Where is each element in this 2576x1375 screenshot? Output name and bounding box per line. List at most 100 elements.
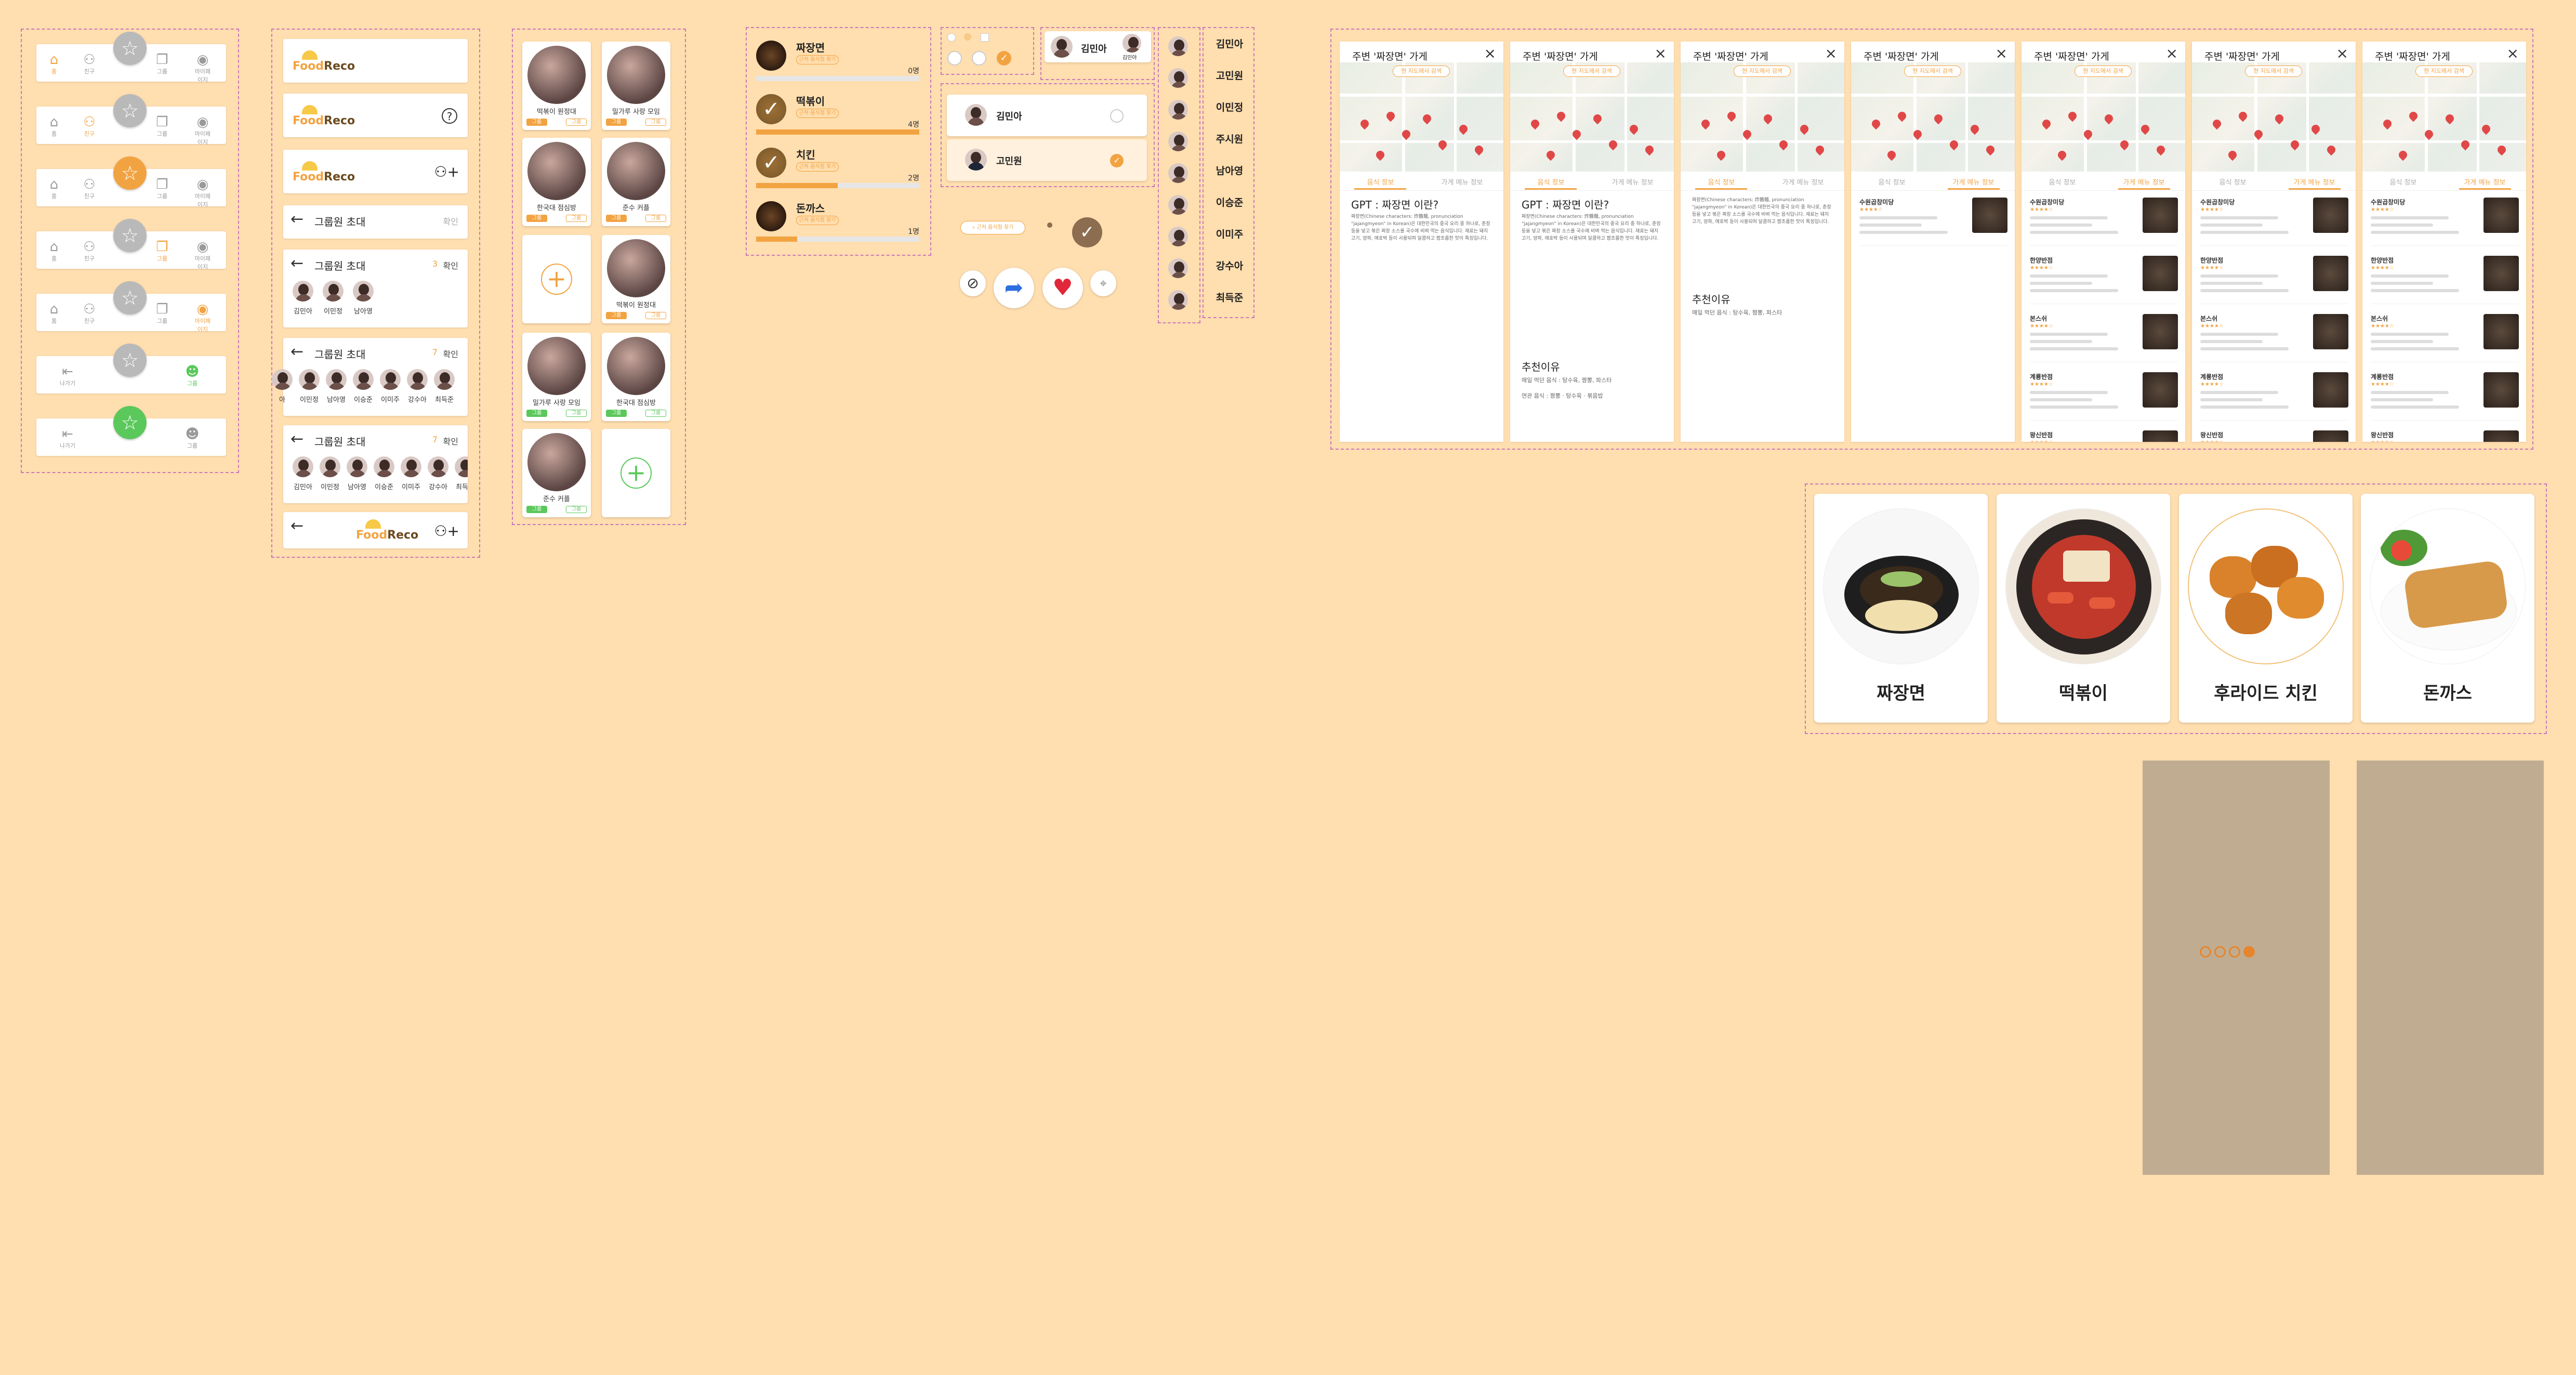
tab-store-menu[interactable]: 가게 메뉴 정보	[2274, 177, 2355, 187]
nav-home[interactable]: ⌂ 홈	[44, 302, 64, 325]
tab-food-info[interactable]: 음식 정보	[2022, 177, 2103, 187]
nav-mypage[interactable]: ◉ 마이페이지	[192, 177, 213, 208]
radio-small[interactable]	[947, 33, 956, 42]
map-view[interactable]	[1510, 62, 1674, 172]
page-indicator-dot[interactable]	[2214, 946, 2226, 958]
store-list-item[interactable]: 수원곱창미당 ★★★★☆	[2200, 193, 2348, 246]
location-button[interactable]: ⌖	[1090, 270, 1116, 296]
confirm-check-button[interactable]: ✓	[1072, 217, 1102, 247]
nav-group[interactable]: ❐ 그룹	[152, 177, 173, 200]
map-pin-icon[interactable]	[1384, 110, 1397, 122]
checkbox-small[interactable]	[981, 33, 989, 42]
tab-store-menu[interactable]: 가게 메뉴 정보	[1421, 177, 1503, 187]
nav-home[interactable]: ⌂ 홈	[44, 240, 64, 263]
nearby-search-pill[interactable]: 근처 음식점 찾기	[796, 109, 839, 118]
recommend-star-button[interactable]: ☆	[113, 281, 147, 315]
back-arrow-icon[interactable]: ←	[290, 344, 303, 360]
store-list-item[interactable]: 수원곱창미당 ★★★★☆	[2371, 193, 2519, 246]
map-view[interactable]	[2022, 62, 2185, 172]
map-pin-icon[interactable]	[1591, 112, 1604, 125]
store-list-item[interactable]: 왕신반점★★★★☆	[2030, 426, 2178, 442]
map-pin-icon[interactable]	[1358, 117, 1371, 130]
map-pin-icon[interactable]	[1798, 123, 1811, 135]
map-pin-icon[interactable]	[1555, 110, 1567, 122]
map-pin-icon[interactable]	[2139, 123, 2151, 135]
nav-group[interactable]: ❐ 그룹	[152, 302, 173, 325]
like-button[interactable]: ♥	[1042, 268, 1083, 308]
store-list-item[interactable]: 왕신반점★★★★☆	[2200, 426, 2348, 442]
close-icon[interactable]: ×	[2507, 45, 2519, 62]
confirm-button[interactable]: 확인	[443, 435, 458, 447]
nav-logout[interactable]: ⇤ 나가기	[57, 427, 78, 450]
recommend-star-button[interactable]: ☆	[113, 32, 147, 65]
map-pin-icon[interactable]	[2309, 123, 2322, 135]
group-card[interactable]: 밀가루 사랑 모임 그룹 그룹	[522, 333, 591, 421]
nav-group[interactable]: ❐ 그룹	[152, 115, 173, 138]
tab-food-info[interactable]: 음식 정보	[1510, 177, 1592, 187]
map-view[interactable]	[1851, 62, 2015, 172]
map-pin-icon[interactable]	[1421, 112, 1433, 125]
group-card[interactable]: 준수 커플 그룹 그룹	[602, 138, 670, 226]
search-map-pill[interactable]: 현 지도에서 검색	[2415, 66, 2473, 77]
close-icon[interactable]: ×	[1825, 45, 1837, 62]
group-card[interactable]: 한국대 점심방 그룹 그룹	[522, 138, 591, 226]
radio-small-on[interactable]	[964, 33, 971, 41]
map-pin-icon[interactable]	[1896, 110, 1908, 122]
map-pin-icon[interactable]	[2381, 117, 2394, 130]
map-pin-icon[interactable]	[2325, 143, 2337, 156]
map-pin-icon[interactable]	[1529, 117, 1541, 130]
add-user-icon[interactable]: ⚇+	[434, 522, 459, 540]
nav-friends[interactable]: ⚇ 친구	[79, 53, 100, 75]
nav-friends[interactable]: ⚇ 친구	[79, 240, 100, 263]
recommend-star-button[interactable]: ☆	[113, 344, 147, 377]
store-list-item[interactable]: 본스쉬 ★★★★☆	[2030, 310, 2178, 362]
map-pin-icon[interactable]	[1457, 123, 1470, 135]
confirm-button[interactable]: 확인	[443, 347, 458, 360]
nav-group[interactable]: ☻ 그룹	[182, 364, 203, 387]
map-pin-icon[interactable]	[1643, 143, 1656, 156]
map-pin-icon[interactable]	[2495, 143, 2508, 156]
store-list-item[interactable]: 수원곱창미당 ★★★★☆	[2030, 193, 2178, 246]
add-group-card[interactable]: +	[522, 235, 591, 323]
map-pin-icon[interactable]	[1932, 112, 1945, 125]
search-map-pill[interactable]: 현 지도에서 검색	[1734, 66, 1791, 77]
nav-mypage[interactable]: ◉ 마이페이지	[192, 115, 213, 146]
recommend-star-button[interactable]: ☆	[113, 156, 147, 190]
map-pin-icon[interactable]	[2407, 110, 2420, 122]
nav-home[interactable]: ⌂ 홈	[44, 177, 64, 200]
map-pin-icon[interactable]	[1885, 149, 1898, 161]
map-pin-icon[interactable]	[2155, 143, 2167, 156]
store-list-item[interactable]: 한양반점 ★★★★☆	[2371, 252, 2519, 304]
nav-group[interactable]: ❐ 그룹	[152, 53, 173, 75]
search-nearby-pill[interactable]: ⌕ 근처 음식점 찾기	[960, 221, 1025, 234]
map-view[interactable]	[1681, 62, 1844, 172]
food-card-tteokbokki[interactable]: 떡볶이	[1997, 494, 2170, 723]
map-view[interactable]	[2362, 62, 2526, 172]
add-user-icon[interactable]: ⚇+	[434, 163, 459, 180]
group-card[interactable]: 밀가루 사랑 모임 그룹 그룹	[602, 42, 670, 130]
tab-food-info[interactable]: 음식 정보	[1851, 177, 1933, 187]
map-pin-icon[interactable]	[1984, 143, 1997, 156]
store-list-item[interactable]: 수원곱창미당 ★★★★☆	[1859, 193, 2007, 246]
radio-large[interactable]	[947, 51, 962, 66]
nav-logout[interactable]: ⇤ 나가기	[57, 364, 78, 387]
confirm-button[interactable]: 확인	[443, 259, 458, 271]
nav-group[interactable]: ☻ 그룹	[182, 427, 203, 450]
tab-food-info[interactable]: 음식 정보	[2192, 177, 2274, 187]
back-arrow-icon[interactable]: ←	[290, 431, 303, 447]
food-card-fried-chicken[interactable]: 후라이드 치킨	[2179, 494, 2353, 723]
search-map-pill[interactable]: 현 지도에서 검색	[2245, 66, 2302, 77]
check-on-icon[interactable]: ✓	[1110, 154, 1124, 167]
recommend-star-button[interactable]: ☆	[113, 406, 147, 439]
store-list-item[interactable]: 계룡반점 ★★★★☆	[2371, 368, 2519, 421]
recommend-star-button[interactable]: ☆	[113, 94, 147, 127]
map-pin-icon[interactable]	[2237, 110, 2249, 122]
add-group-card[interactable]: +	[602, 429, 670, 517]
user-select-row[interactable]: 고민원 ✓	[947, 139, 1147, 181]
map-pin-icon[interactable]	[1544, 149, 1557, 161]
tab-store-menu[interactable]: 가게 메뉴 정보	[1762, 177, 1844, 187]
vote-row[interactable]: ✓ 치킨 근처 음식점 찾기 2명	[752, 142, 923, 189]
store-list-item[interactable]: 한양반점 ★★★★☆	[2030, 252, 2178, 304]
map-pin-icon[interactable]	[2226, 149, 2239, 161]
search-map-pill[interactable]: 현 지도에서 검색	[1393, 66, 1450, 77]
